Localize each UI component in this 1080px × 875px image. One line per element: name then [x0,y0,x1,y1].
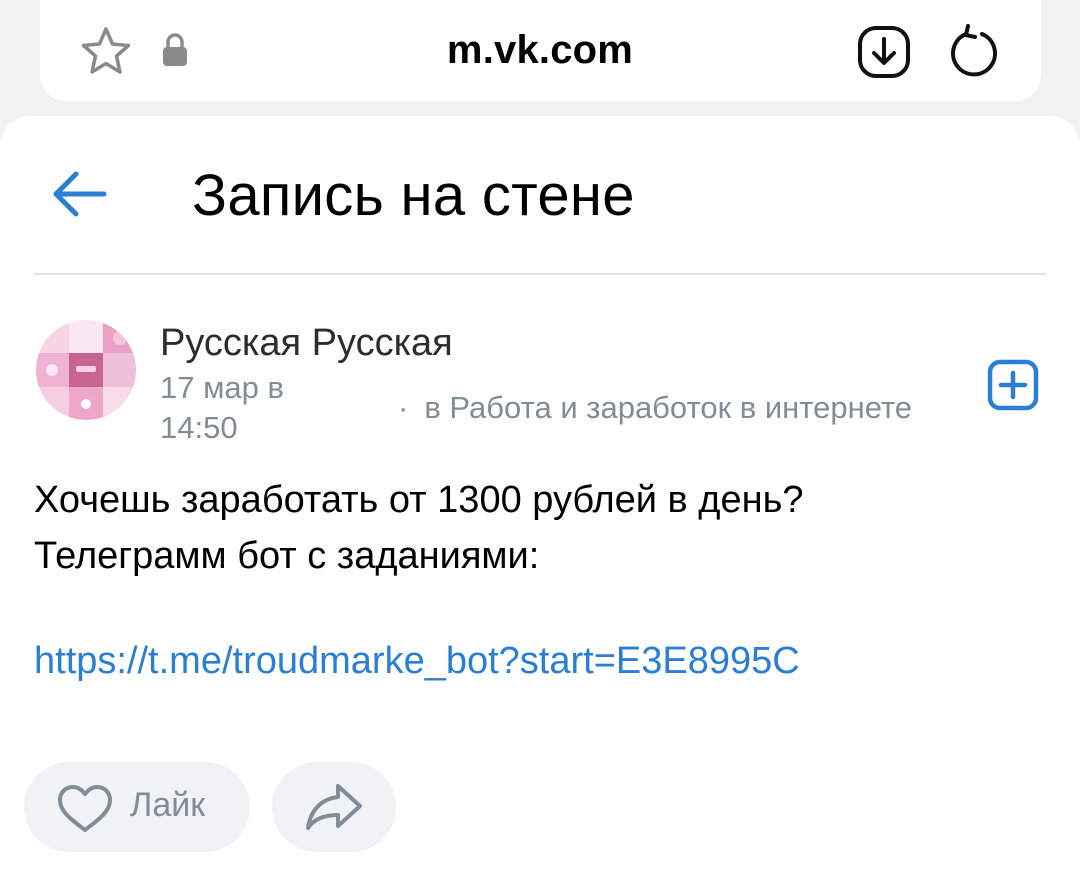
share-icon [306,784,362,830]
wall-post-page: Запись на стене Русская Русская 17 мар в… [0,116,1080,875]
heart-icon [58,785,112,832]
reload-icon[interactable] [946,22,1002,78]
post-text: Хочешь заработать от 1300 рублей в день?… [34,472,1044,584]
post-link[interactable]: https://t.me/troudmarke_bot?start=E3E899… [34,640,800,683]
source-community[interactable]: в Работа и заработок в интернете [424,390,912,425]
download-icon[interactable] [856,24,912,80]
url-text[interactable]: m.vk.com [0,28,1080,73]
source-separator: · [398,390,409,425]
like-label: Лайк [130,786,206,824]
share-button[interactable] [272,762,396,852]
subscribe-plus-icon[interactable] [987,359,1039,411]
browser-address-bar: m.vk.com [0,0,1080,116]
post-source[interactable]: · в Работа и заработок в интернете [398,390,960,426]
back-arrow-icon[interactable] [50,168,108,220]
post-date[interactable]: 17 мар в 14:50 [160,368,330,448]
post-text-line: Телеграмм бот с заданиями: [34,535,540,577]
page-title: Запись на стене [192,163,635,228]
post-text-line: Хочешь заработать от 1300 рублей в день? [34,479,804,521]
like-button[interactable]: Лайк [24,762,250,852]
avatar[interactable] [36,320,136,420]
author-name[interactable]: Русская Русская [160,322,453,365]
divider [34,273,1046,275]
